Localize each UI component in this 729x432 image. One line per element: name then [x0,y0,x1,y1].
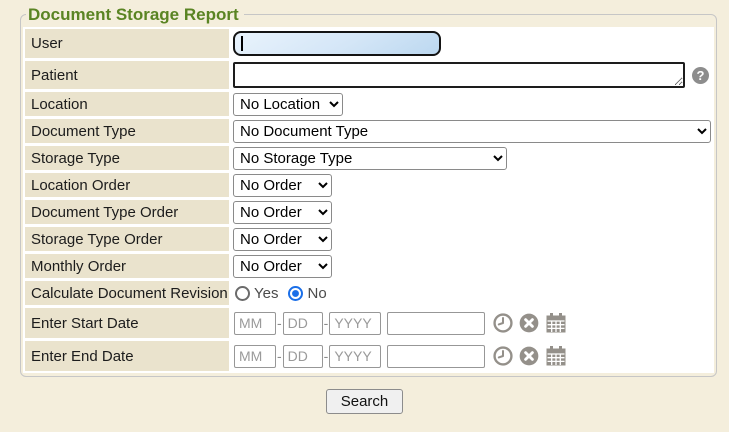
report-form: User Patient ? Location [23,27,714,373]
start-date-day-input[interactable] [283,312,323,335]
document-type-order-field-cell: No Order [232,200,712,224]
document-storage-report-page: Document Storage Report User Patient ? [0,4,729,432]
storage-type-label: Storage Type [25,146,229,170]
end-date-display-input[interactable] [387,345,485,368]
location-field-cell: No Location [232,92,712,116]
start-date-field-cell: - - [232,308,712,338]
location-order-select[interactable]: No Order [233,174,332,197]
start-date-label: Enter Start Date [25,308,229,338]
calculate-document-revision-field-cell: Yes No [232,281,712,305]
end-date-year-input[interactable] [329,345,381,368]
monthly-order-row: Monthly Order No Order [25,254,712,278]
clock-icon[interactable] [492,345,514,367]
location-order-field-cell: No Order [232,173,712,197]
user-label: User [25,29,229,58]
storage-type-select[interactable]: No Storage Type [233,147,507,170]
monthly-order-select[interactable]: No Order [233,255,332,278]
storage-type-order-field-cell: No Order [232,227,712,251]
start-date-row: Enter Start Date - - [25,308,712,338]
document-type-order-row: Document Type Order No Order [25,200,712,224]
end-date-label: Enter End Date [25,341,229,371]
date-separator: - [324,348,329,364]
location-order-label: Location Order [25,173,229,197]
help-icon[interactable]: ? [692,67,709,84]
start-date-month-input[interactable] [234,312,276,335]
storage-type-order-row: Storage Type Order No Order [25,227,712,251]
end-date-day-input[interactable] [283,345,323,368]
end-date-month-input[interactable] [234,345,276,368]
calendar-icon[interactable] [544,312,568,334]
start-date-year-input[interactable] [329,312,381,335]
patient-input[interactable] [233,62,685,88]
location-label: Location [25,92,229,116]
button-bar: Search [0,389,729,414]
user-row: User [25,29,712,58]
calculate-document-revision-label: Calculate Document Revision [25,281,229,305]
calendar-icon[interactable] [544,345,568,367]
document-type-label: Document Type [25,119,229,143]
revision-yes-label: Yes [254,285,278,302]
patient-field-cell: ? [232,61,712,89]
storage-type-field-cell: No Storage Type [232,146,712,170]
date-separator: - [277,348,282,364]
user-field-cell [232,29,712,58]
patient-row: Patient ? [25,61,712,89]
monthly-order-field-cell: No Order [232,254,712,278]
revision-yes-radio[interactable] [235,286,250,301]
revision-no-radio[interactable] [288,286,303,301]
clock-icon[interactable] [492,312,514,334]
date-separator: - [277,315,282,331]
storage-type-order-label: Storage Type Order [25,227,229,251]
text-caret [241,36,243,51]
date-separator: - [324,315,329,331]
start-date-display-input[interactable] [387,312,485,335]
monthly-order-label: Monthly Order [25,254,229,278]
calculate-document-revision-row: Calculate Document Revision Yes No [25,281,712,305]
document-type-row: Document Type No Document Type [25,119,712,143]
page-title: Document Storage Report [26,4,244,25]
end-date-row: Enter End Date - - [25,341,712,371]
document-type-field-cell: No Document Type [232,119,712,143]
clear-icon[interactable] [518,312,540,334]
end-date-field-cell: - - [232,341,712,371]
location-select[interactable]: No Location [233,93,343,116]
location-row: Location No Location [25,92,712,116]
storage-type-order-select[interactable]: No Order [233,228,332,251]
location-order-row: Location Order No Order [25,173,712,197]
storage-type-row: Storage Type No Storage Type [25,146,712,170]
clear-icon[interactable] [518,345,540,367]
search-button[interactable]: Search [326,389,404,414]
document-type-order-label: Document Type Order [25,200,229,224]
patient-label: Patient [25,61,229,89]
revision-no-label: No [307,285,326,302]
report-fieldset: Document Storage Report User Patient ? [20,4,717,377]
document-type-order-select[interactable]: No Order [233,201,332,224]
document-type-select[interactable]: No Document Type [233,120,711,143]
user-input[interactable] [233,31,441,56]
